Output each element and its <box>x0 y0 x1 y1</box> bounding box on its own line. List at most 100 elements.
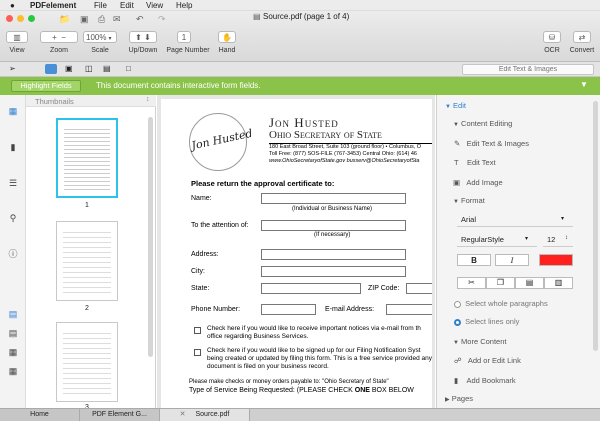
phone-label: Phone Number: <box>191 306 241 313</box>
open-icon[interactable]: 📁 <box>59 14 70 25</box>
select-paragraphs-radio[interactable]: Select whole paragraphs <box>454 299 548 308</box>
edit-text-label: Edit Text <box>466 158 496 167</box>
search-input[interactable] <box>462 64 594 75</box>
edit-section-toggle[interactable]: ▼ Edit <box>445 101 466 110</box>
menu-view[interactable]: View <box>146 1 163 10</box>
phone-field[interactable] <box>261 304 316 315</box>
zip-field[interactable] <box>406 283 432 294</box>
zoom-in-icon[interactable]: + <box>52 33 57 42</box>
page-up-down[interactable]: ⬆ ⬇ <box>129 31 157 43</box>
chevron-down-icon: ▾ <box>108 36 112 42</box>
tab-source[interactable]: ✕ Source.pdf <box>160 409 250 421</box>
style-select[interactable]: RegularStyle ▾ <box>457 233 537 247</box>
thumbnail-page-3[interactable] <box>56 322 118 402</box>
convert-button[interactable]: ⇄ <box>573 31 591 43</box>
mail-icon[interactable]: ✉ <box>113 14 121 25</box>
email-field[interactable] <box>386 304 432 315</box>
undo-icon[interactable]: ↶ <box>136 14 144 25</box>
email-notices-checkbox[interactable] <box>194 327 201 334</box>
arrow-up-icon[interactable]: ⬆ <box>135 33 142 42</box>
two-page-icon[interactable]: ▦ <box>7 346 19 358</box>
tab-pdf-element[interactable]: PDF Element G... <box>80 409 160 421</box>
thumbnail-number: 2 <box>85 305 89 312</box>
page-number-input[interactable]: 1 <box>177 31 191 43</box>
comment-icon[interactable]: ▣ <box>65 64 73 73</box>
size-select[interactable]: 12 ↕ <box>543 233 573 247</box>
redo-icon[interactable]: ↷ <box>158 14 166 25</box>
link-icon: ☍ <box>454 356 462 365</box>
form-icon[interactable]: ▤ <box>103 64 111 73</box>
add-image-item[interactable]: ▣ Add Image <box>453 178 503 187</box>
highlight-fields-button[interactable]: Highlight Fields <box>11 80 81 92</box>
search-icon[interactable]: ⚲ <box>7 212 19 224</box>
italic-button[interactable]: I <box>495 254 529 266</box>
bookmark-icon[interactable]: ▮ <box>7 141 19 153</box>
font-select[interactable]: Arial ▾ <box>457 213 573 227</box>
filing-notification-checkbox[interactable] <box>194 349 201 356</box>
thumbnail-page-1[interactable] <box>56 118 118 198</box>
menu-app[interactable]: PDFelement <box>30 1 76 10</box>
outline-icon[interactable]: ☰ <box>7 177 19 189</box>
arrow-down-icon[interactable]: ⬇ <box>144 33 151 42</box>
add-link-item[interactable]: ☍ Add or Edit Link <box>454 356 521 365</box>
grid-view-icon[interactable]: ▦ <box>7 365 19 377</box>
left-rail: ▦ ▮ ☰ ⚲ ⓘ ▤ ▤ ▦ ▦ <box>0 95 26 408</box>
thumbnails-scrollbar[interactable] <box>148 117 153 357</box>
cut-icon[interactable]: ✂ <box>457 277 486 289</box>
menu-edit[interactable]: Edit <box>120 1 134 10</box>
paste-icon[interactable]: ▤ <box>515 277 544 289</box>
copy-icon[interactable]: ❐ <box>486 277 515 289</box>
menu-file[interactable]: File <box>94 1 107 10</box>
minimize-window-button[interactable] <box>17 15 24 22</box>
hand-label: Hand <box>218 47 236 54</box>
text-color-swatch[interactable] <box>539 254 573 266</box>
close-window-button[interactable] <box>6 15 13 22</box>
chevron-updown-icon[interactable]: ↕ <box>146 96 150 103</box>
more-content-toggle[interactable]: ▼ More Content <box>453 337 507 346</box>
info-icon[interactable]: ⓘ <box>7 248 19 260</box>
zoom-control[interactable]: + − <box>40 31 78 43</box>
content-editing-toggle[interactable]: ▼ Content Editing <box>453 119 512 128</box>
ocr-label: OCR <box>544 47 560 54</box>
font-value: Arial <box>461 215 477 224</box>
shapes-icon[interactable]: ◫ <box>85 64 93 73</box>
select-icon[interactable]: ➢ <box>9 64 16 73</box>
bold-button[interactable]: B <box>457 254 491 266</box>
convert-icon: ⇄ <box>578 33 586 42</box>
zoom-out-icon[interactable]: − <box>61 33 66 42</box>
thumbnail-page-2[interactable] <box>56 221 118 301</box>
address-field[interactable] <box>261 249 406 260</box>
save-icon[interactable]: ▣ <box>80 14 89 25</box>
thumbnails-icon[interactable]: ▦ <box>7 105 19 117</box>
city-field[interactable] <box>261 266 406 277</box>
name-field[interactable] <box>261 193 406 204</box>
document-icon: ▤ <box>253 12 261 21</box>
attention-field[interactable] <box>261 220 406 231</box>
close-icon[interactable]: ✕ <box>180 411 186 418</box>
crop-icon[interactable]: ▥ <box>544 277 573 289</box>
service-type-one: ONE <box>354 387 370 394</box>
filing-notification-text: Check here if you would like to be signe… <box>207 347 432 370</box>
edit-text-images-item[interactable]: ✎ Edit Text & Images <box>454 139 529 148</box>
edit-text-item[interactable]: T Edit Text <box>454 158 496 167</box>
ocr-button[interactable]: ⛁ <box>543 31 561 43</box>
scale-select[interactable]: 100% ▾ <box>83 31 117 43</box>
pages-toggle[interactable]: ▶ Pages <box>445 394 473 403</box>
add-bookmark-item[interactable]: ▮ Add Bookmark <box>454 376 516 385</box>
tab-home[interactable]: Home <box>0 409 80 421</box>
single-page-icon[interactable]: ▤ <box>7 308 19 320</box>
hand-tool-button[interactable]: ✋ <box>218 31 236 43</box>
apple-icon[interactable]: ● <box>10 1 15 10</box>
collapse-notice-icon[interactable]: ▼ <box>580 80 588 89</box>
view-toggle[interactable]: ▥ <box>6 31 28 43</box>
print-icon[interactable]: ⎙ <box>98 14 105 25</box>
zoom-window-button[interactable] <box>28 15 35 22</box>
format-toggle[interactable]: ▼ Format <box>453 196 485 205</box>
menu-help[interactable]: Help <box>176 1 192 10</box>
continuous-icon[interactable]: ▤ <box>7 327 19 339</box>
select-lines-radio[interactable]: Select lines only <box>454 317 519 326</box>
panel-scrollbar[interactable] <box>593 101 598 351</box>
state-field[interactable] <box>261 283 361 294</box>
page-icon[interactable]: □ <box>126 64 131 73</box>
edit-text-icon[interactable] <box>45 64 57 74</box>
